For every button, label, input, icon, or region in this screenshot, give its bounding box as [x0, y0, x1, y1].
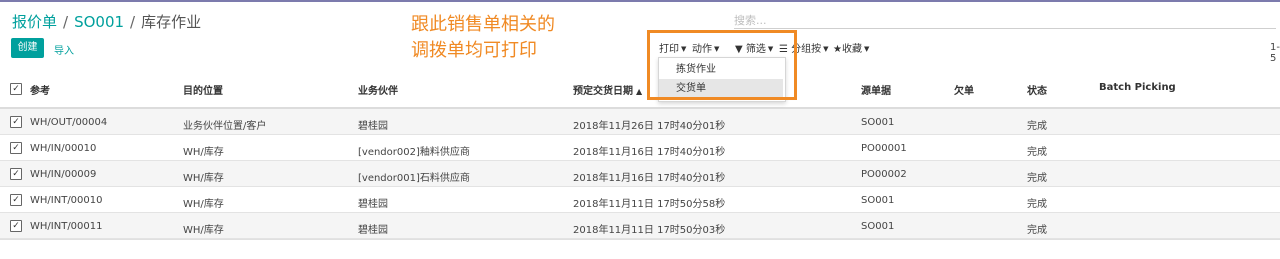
cell-reference: WH/INT/00010 — [30, 195, 103, 206]
sort-ascending-icon: ▲ — [636, 87, 643, 96]
cell-partner: 碧桂园 — [358, 225, 388, 236]
column-header-batch-picking[interactable]: Batch Picking — [1099, 82, 1176, 93]
annotation-highlight-box — [647, 30, 797, 100]
favorites-label: 收藏 — [841, 44, 862, 55]
row-checkbox[interactable]: ✓ — [10, 142, 22, 154]
breadcrumb-order-link[interactable]: SO001 — [74, 13, 124, 31]
table-row[interactable]: ✓ WH/IN/00010 WH/库存 [vendor002]釉料供应商 201… — [0, 135, 1280, 161]
annotation-note: 跟此销售单相关的 调拨单均可打印 — [411, 12, 555, 64]
cell-source-document: PO00002 — [861, 169, 907, 180]
column-header-partner[interactable]: 业务伙伴 — [358, 82, 398, 97]
column-header-destination[interactable]: 目的位置 — [183, 82, 223, 97]
breadcrumb-separator: / — [130, 13, 136, 31]
row-checkbox[interactable]: ✓ — [10, 220, 22, 232]
cell-partner: [vendor001]石料供应商 — [358, 173, 470, 184]
column-header-backorder[interactable]: 欠单 — [954, 82, 974, 97]
row-checkbox[interactable]: ✓ — [10, 168, 22, 180]
row-checkbox[interactable]: ✓ — [10, 194, 22, 206]
cell-source-document: SO001 — [861, 195, 895, 206]
column-header-scheduled-date[interactable]: 预定交货日期 ▲ — [573, 82, 642, 97]
cell-partner: 碧桂园 — [358, 121, 388, 132]
table-row[interactable]: ✓ WH/OUT/00004 业务伙伴位置/客户 碧桂园 2018年11月26日… — [0, 109, 1280, 135]
cell-destination: WH/库存 — [183, 173, 224, 184]
column-header-source-document[interactable]: 源单据 — [861, 82, 891, 97]
cell-status: 完成 — [1027, 147, 1047, 158]
cell-source-document: PO00001 — [861, 143, 907, 154]
column-header-status[interactable]: 状态 — [1027, 82, 1047, 97]
cell-reference: WH/INT/00011 — [30, 221, 103, 232]
search-placeholder: 搜索... — [734, 14, 767, 27]
table-header: ✓ 参考 目的位置 业务伙伴 预定交货日期 ▲ 源单据 欠单 状态 Batch P… — [0, 71, 1280, 109]
table-row[interactable]: ✓ WH/INT/00011 WH/库存 碧桂园 2018年11月11日 17时… — [0, 213, 1280, 239]
cell-scheduled-date: 2018年11月26日 17时40分01秒 — [573, 121, 726, 132]
import-button[interactable]: 导入 — [54, 42, 74, 57]
search-input[interactable]: 搜索... — [734, 12, 1276, 29]
cell-reference: WH/IN/00009 — [30, 169, 97, 180]
select-all-checkbox[interactable]: ✓ — [10, 83, 22, 95]
table-row[interactable]: ✓ WH/IN/00009 WH/库存 [vendor001]石料供应商 201… — [0, 161, 1280, 187]
create-button[interactable]: 创建 — [11, 38, 44, 58]
cell-source-document: SO001 — [861, 117, 895, 128]
cell-destination: WH/库存 — [183, 147, 224, 158]
column-header-reference[interactable]: 参考 — [30, 82, 50, 97]
cell-status: 完成 — [1027, 173, 1047, 184]
cell-partner: 碧桂园 — [358, 199, 388, 210]
cell-status: 完成 — [1027, 121, 1047, 132]
breadcrumb-quotations-link[interactable]: 报价单 — [12, 13, 57, 31]
pager-value[interactable]: 1-5 — [1270, 42, 1280, 64]
breadcrumb: 报价单 / SO001 / 库存作业 — [12, 11, 201, 32]
top-brand-bar — [0, 0, 1280, 2]
cell-source-document: SO001 — [861, 221, 895, 232]
page-title: 库存作业 — [141, 13, 202, 31]
cell-scheduled-date: 2018年11月11日 17时50分03秒 — [573, 225, 726, 236]
cell-reference: WH/OUT/00004 — [30, 117, 108, 128]
cell-scheduled-date: 2018年11月11日 17时50分58秒 — [573, 199, 726, 210]
cell-destination: WH/库存 — [183, 225, 224, 236]
annotation-line-2: 调拨单均可打印 — [411, 40, 537, 61]
table-row[interactable]: ✓ WH/INT/00010 WH/库存 碧桂园 2018年11月11日 17时… — [0, 187, 1280, 213]
cell-destination: WH/库存 — [183, 199, 224, 210]
cell-reference: WH/IN/00010 — [30, 143, 97, 154]
row-checkbox[interactable]: ✓ — [10, 116, 22, 128]
favorites-button[interactable]: ★收藏 ▼ — [833, 40, 869, 55]
star-icon: ★ — [833, 44, 842, 55]
table-bottom-divider — [0, 239, 1280, 240]
scheduled-date-label: 预定交货日期 — [573, 86, 633, 97]
breadcrumb-separator: / — [63, 13, 69, 31]
caret-down-icon: ▼ — [863, 45, 870, 53]
cell-scheduled-date: 2018年11月16日 17时40分01秒 — [573, 147, 726, 158]
cell-partner: [vendor002]釉料供应商 — [358, 147, 470, 158]
caret-down-icon: ▼ — [823, 45, 829, 53]
cell-status: 完成 — [1027, 199, 1047, 210]
cell-status: 完成 — [1027, 225, 1047, 236]
cell-destination: 业务伙伴位置/客户 — [183, 121, 267, 132]
annotation-line-1: 跟此销售单相关的 — [411, 14, 555, 35]
cell-scheduled-date: 2018年11月16日 17时40分01秒 — [573, 173, 726, 184]
